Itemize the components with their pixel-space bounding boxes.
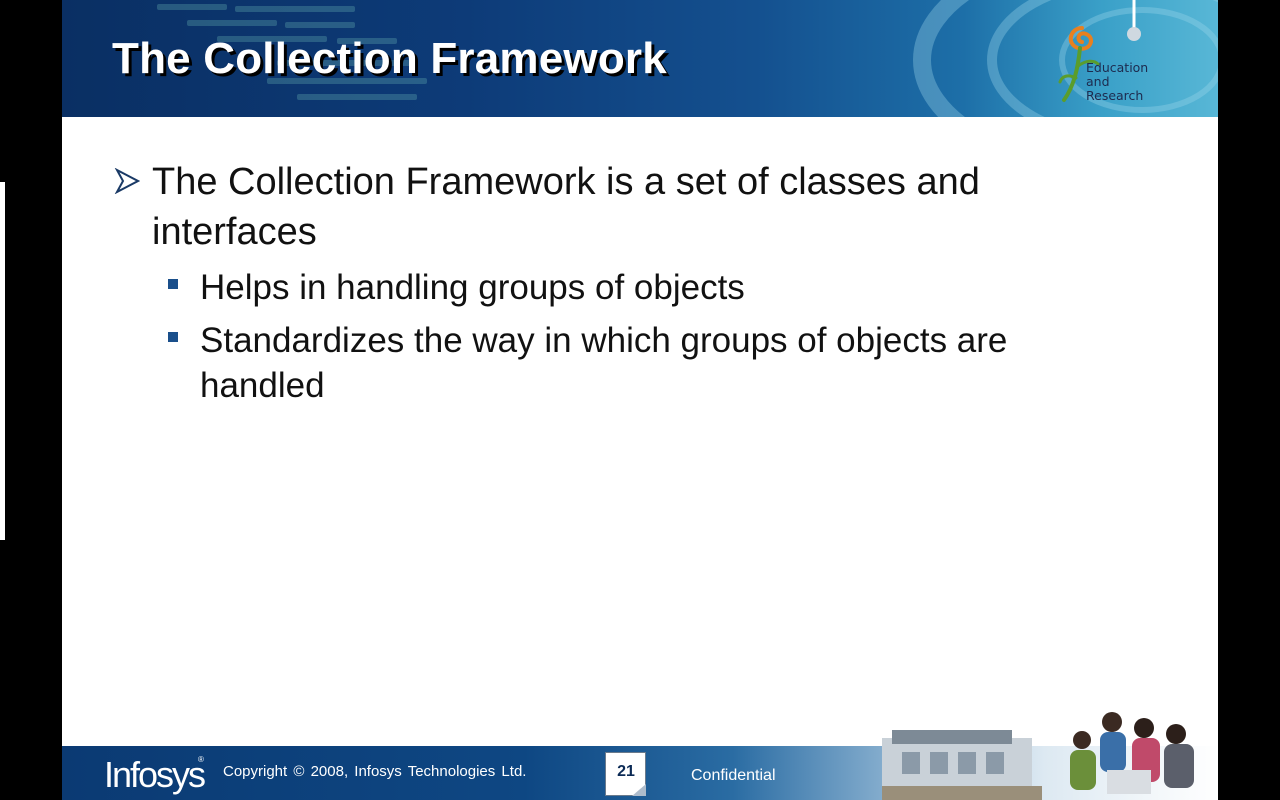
sub-bullet-text: Standardizes the way in which groups of … <box>200 321 1008 405</box>
campus-students-photo <box>882 712 1194 800</box>
sub-bullet-text: Helps in handling groups of objects <box>200 268 745 307</box>
slide-title: The Collection Framework <box>112 34 667 83</box>
registered-mark: ® <box>198 755 204 764</box>
square-bullet-icon <box>168 318 200 342</box>
arrowhead-bullet-icon <box>114 157 152 205</box>
bullet-level1: The Collection Framework is a set of cla… <box>114 157 1114 257</box>
copyright-text: Copyright © 2008, Infosys Technologies L… <box>223 763 527 780</box>
bullet-text: The Collection Framework is a set of cla… <box>152 161 980 253</box>
infosys-logo: Infosys <box>104 754 206 795</box>
slide: The Collection Framework Education and R… <box>62 0 1218 800</box>
sub-bullet: Standardizes the way in which groups of … <box>168 318 1070 408</box>
square-bullet-icon <box>168 265 200 289</box>
left-edge-strip <box>0 182 5 540</box>
logo-text: Education and Research <box>1086 60 1149 103</box>
sub-bullet: Helps in handling groups of objects <box>168 265 1070 310</box>
page-fold-icon <box>632 784 646 796</box>
confidential-label: Confidential <box>691 767 776 784</box>
page-number: 21 <box>617 763 635 780</box>
page-number-box: 21 <box>605 752 646 796</box>
slide-header: The Collection Framework Education and R… <box>62 0 1218 117</box>
